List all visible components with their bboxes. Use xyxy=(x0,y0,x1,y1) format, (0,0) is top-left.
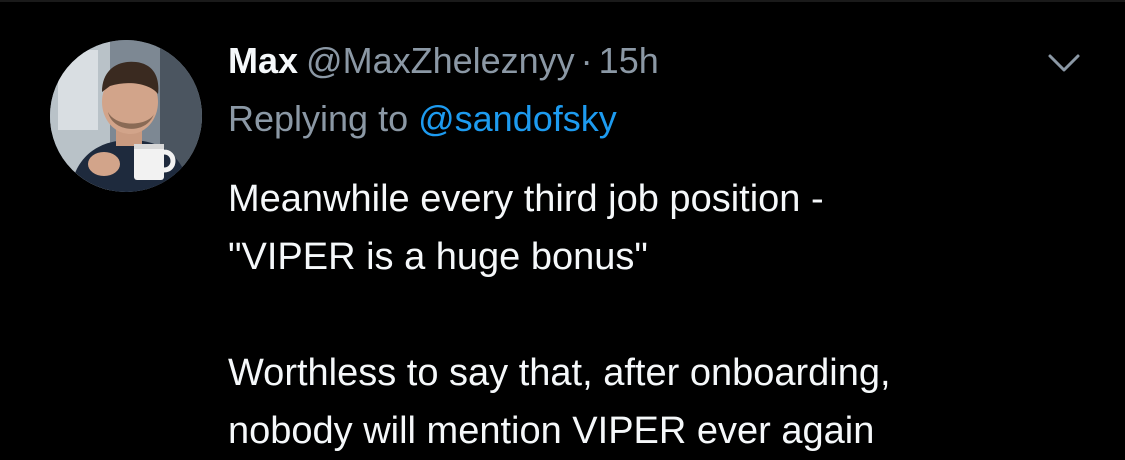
tweet-timestamp[interactable]: 15h xyxy=(599,40,659,81)
author-handle[interactable]: @MaxZheleznyy xyxy=(306,40,575,81)
tweet-header: Max @MaxZheleznyy · 15h xyxy=(228,38,659,84)
author-avatar[interactable] xyxy=(50,40,202,192)
replying-to-label: Replying to xyxy=(228,98,419,139)
chevron-down-icon[interactable] xyxy=(1046,48,1082,76)
author-display-name[interactable]: Max xyxy=(228,40,298,81)
avatar-image xyxy=(50,40,202,192)
tweet-text-line: "VIPER is a huge bonus" xyxy=(228,236,648,278)
header-separator: · xyxy=(580,40,593,81)
tweet-text-line: Worthless to say that, after onboarding, xyxy=(228,352,891,394)
paragraph-break xyxy=(228,286,1108,344)
top-divider xyxy=(0,0,1125,2)
replying-to-line: Replying to @sandofsky xyxy=(228,96,617,142)
tweet-body: Meanwhile every third job position - "VI… xyxy=(228,170,1108,460)
reply-mention-link[interactable]: @sandofsky xyxy=(418,98,617,139)
tweet-text-line: Meanwhile every third job position - xyxy=(228,178,824,220)
tweet-text-line: nobody will mention VIPER ever again xyxy=(228,410,875,452)
